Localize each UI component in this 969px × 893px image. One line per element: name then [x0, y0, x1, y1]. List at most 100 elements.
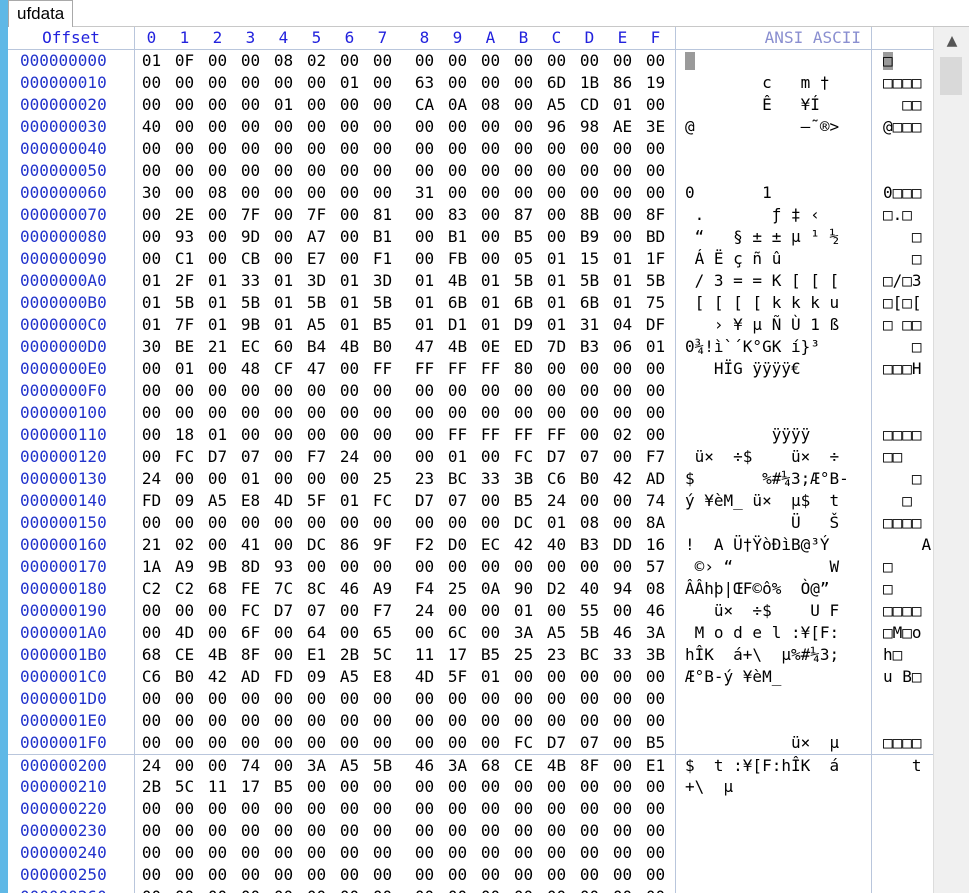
hex-byte[interactable]: FF	[540, 424, 573, 446]
hex-byte[interactable]: 00	[201, 248, 234, 270]
hex-byte[interactable]: 00	[201, 116, 234, 138]
ansi-text[interactable]: ©› “ W	[685, 556, 869, 578]
hex-byte[interactable]: 00	[366, 798, 399, 820]
hex-byte[interactable]: 00	[540, 820, 573, 842]
hex-byte[interactable]: 00	[135, 380, 168, 402]
hex-byte[interactable]: 01	[606, 292, 639, 314]
hex-byte[interactable]: 00	[507, 556, 540, 578]
hex-byte[interactable]: 6C	[441, 622, 474, 644]
hex-byte[interactable]: 00	[366, 116, 399, 138]
hex-byte[interactable]: 00	[606, 204, 639, 226]
hex-byte[interactable]: 00	[135, 424, 168, 446]
hex-byte[interactable]: 57	[639, 556, 672, 578]
hex-row[interactable]: 000000200 24 00 00 74 00 3A A5 5B 46 3A 68 CE 4B 8F 00 E…	[8, 754, 933, 777]
hex-byte[interactable]: 00	[366, 688, 399, 710]
hex-byte[interactable]: 00	[201, 380, 234, 402]
hex-byte[interactable]: 00	[540, 204, 573, 226]
hex-byte[interactable]: 00	[573, 402, 606, 424]
hex-byte[interactable]: 6D	[540, 72, 573, 94]
hex-byte[interactable]: 07	[441, 490, 474, 512]
ansi-text[interactable]: › ¥ µ Ñ Ù 1 ß	[685, 314, 869, 336]
hex-byte[interactable]: 00	[573, 50, 606, 72]
ascii-text[interactable]	[883, 710, 933, 732]
hex-byte[interactable]: 00	[408, 798, 441, 820]
hex-byte[interactable]: 00	[366, 842, 399, 864]
hex-byte[interactable]: 00	[366, 820, 399, 842]
hex-byte[interactable]: 00	[606, 402, 639, 424]
hex-byte[interactable]: 5B	[639, 270, 672, 292]
hex-byte[interactable]: 00	[201, 160, 234, 182]
hex-byte[interactable]: 00	[168, 138, 201, 160]
hex-byte[interactable]: 00	[267, 842, 300, 864]
hex-byte[interactable]: 4D	[408, 666, 441, 688]
hex-byte[interactable]: 9F	[366, 534, 399, 556]
ascii-text[interactable]: □□□H	[883, 358, 933, 380]
hex-byte[interactable]: 00	[267, 820, 300, 842]
hex-byte[interactable]: 00	[168, 468, 201, 490]
hex-byte[interactable]: 3A	[300, 755, 333, 777]
hex-byte[interactable]: 00	[333, 556, 366, 578]
hex-byte[interactable]: 00	[300, 886, 333, 893]
hex-byte[interactable]: 00	[507, 116, 540, 138]
hex-byte[interactable]: 00	[201, 864, 234, 886]
hex-byte[interactable]: 00	[201, 402, 234, 424]
hex-byte[interactable]: 7F	[168, 314, 201, 336]
hex-byte[interactable]: 8C	[300, 578, 333, 600]
hex-byte[interactable]: 24	[135, 468, 168, 490]
hex-byte[interactable]: 07	[573, 446, 606, 468]
hex-byte[interactable]: 01	[474, 666, 507, 688]
hex-byte[interactable]: 00	[639, 94, 672, 116]
hex-byte[interactable]: 01	[408, 292, 441, 314]
ascii-text[interactable]: □[□[	[883, 292, 933, 314]
hex-byte[interactable]: 00	[201, 886, 234, 893]
hex-byte[interactable]: 17	[441, 644, 474, 666]
hex-byte[interactable]: 4B	[441, 270, 474, 292]
hex-byte[interactable]: 11	[201, 776, 234, 798]
hex-byte[interactable]: 00	[606, 182, 639, 204]
hex-byte[interactable]: 1A	[135, 556, 168, 578]
hex-byte[interactable]: 00	[168, 380, 201, 402]
hex-byte[interactable]: B9	[573, 226, 606, 248]
hex-byte[interactable]: 00	[135, 622, 168, 644]
hex-byte[interactable]: E1	[639, 755, 672, 777]
ansi-text[interactable]	[685, 820, 869, 842]
hex-byte[interactable]: 00	[639, 380, 672, 402]
hex-byte[interactable]: 00	[441, 556, 474, 578]
hex-byte[interactable]: 07	[234, 446, 267, 468]
hex-byte[interactable]: 9D	[234, 226, 267, 248]
hex-byte[interactable]: 00	[573, 380, 606, 402]
ansi-text[interactable]: $ t :¥[F:hÎK á	[685, 755, 869, 777]
hex-byte[interactable]: 00	[234, 512, 267, 534]
ascii-text[interactable]	[883, 380, 933, 402]
hex-byte[interactable]: 00	[135, 842, 168, 864]
hex-byte[interactable]: 07	[300, 600, 333, 622]
hex-byte[interactable]: 1B	[573, 72, 606, 94]
ansi-text[interactable]	[685, 402, 869, 424]
hex-byte[interactable]: B1	[441, 226, 474, 248]
hex-byte[interactable]: 00	[135, 886, 168, 893]
ansi-text[interactable]: M o d e l :¥[F:	[685, 622, 869, 644]
hex-byte[interactable]: 48	[234, 358, 267, 380]
hex-byte[interactable]: 3B	[507, 468, 540, 490]
hex-byte[interactable]: 00	[606, 512, 639, 534]
hex-byte[interactable]: FC	[366, 490, 399, 512]
hex-byte[interactable]: 00	[441, 842, 474, 864]
hex-byte[interactable]: 00	[201, 50, 234, 72]
hex-byte[interactable]: 5B	[366, 755, 399, 777]
hex-byte[interactable]: FF	[474, 358, 507, 380]
hex-byte[interactable]: 00	[474, 842, 507, 864]
hex-byte[interactable]: 00	[366, 424, 399, 446]
hex-byte[interactable]: 00	[201, 138, 234, 160]
hex-byte[interactable]: 00	[408, 116, 441, 138]
scroll-thumb[interactable]	[940, 57, 962, 95]
hex-byte[interactable]: 00	[366, 402, 399, 424]
hex-byte[interactable]: 00	[168, 688, 201, 710]
hex-byte[interactable]: 90	[507, 578, 540, 600]
hex-byte[interactable]: A9	[168, 556, 201, 578]
ascii-text[interactable]: □M□o	[883, 622, 933, 644]
hex-byte[interactable]: 00	[474, 402, 507, 424]
ansi-text[interactable]: $ %#¼3;Æ°B-	[685, 468, 869, 490]
hex-byte[interactable]: 00	[135, 710, 168, 732]
hex-byte[interactable]: 00	[540, 798, 573, 820]
hex-byte[interactable]: 00	[168, 182, 201, 204]
